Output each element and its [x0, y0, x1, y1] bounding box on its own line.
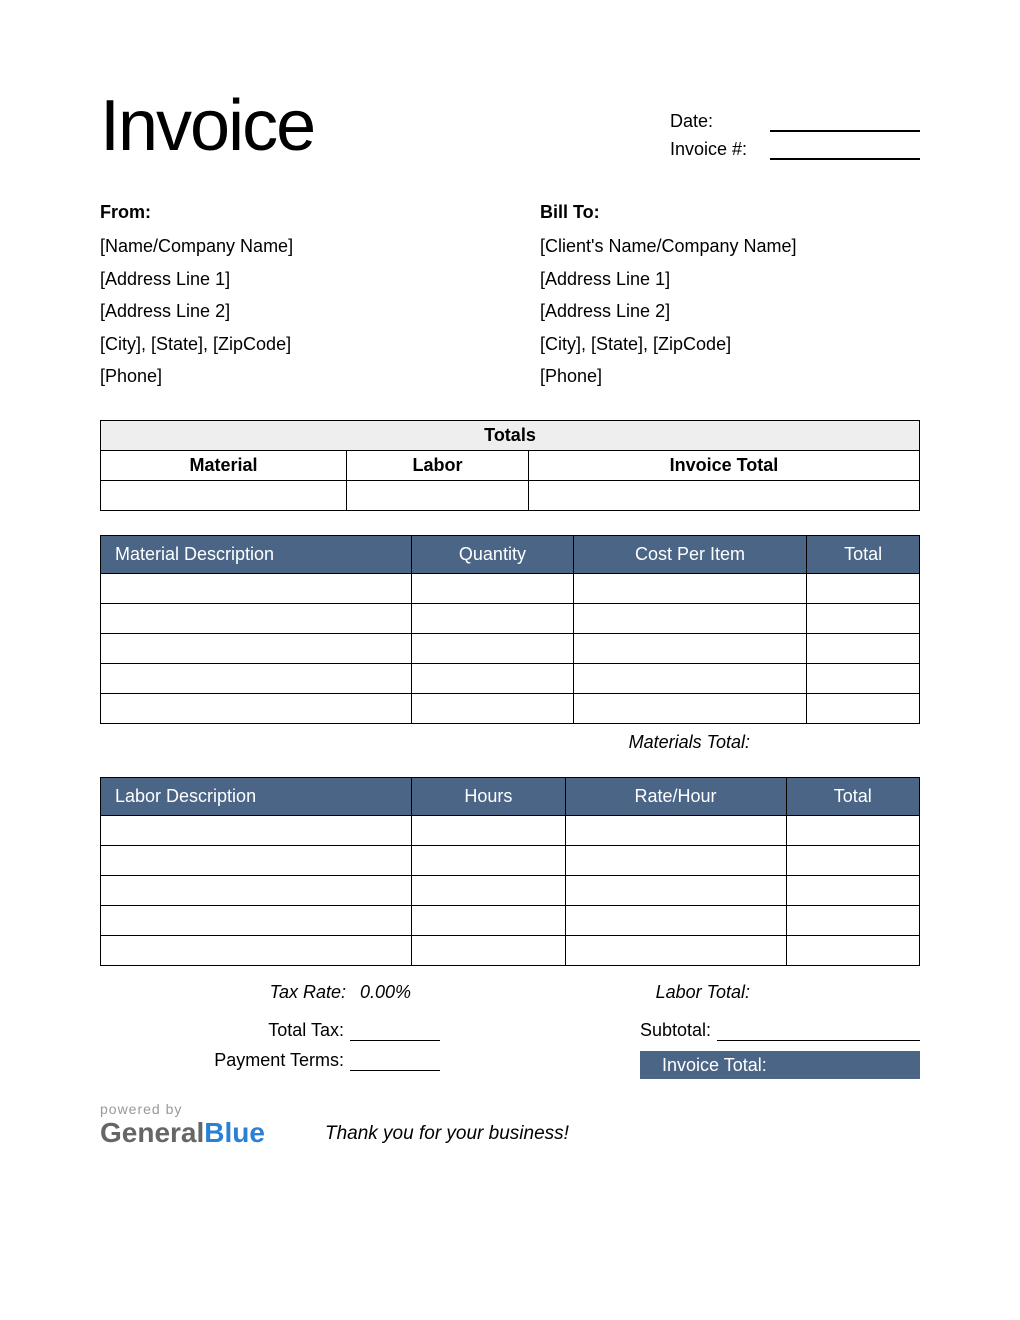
billto-block: Bill To: [Client's Name/Company Name] [A… — [540, 196, 920, 392]
table-row[interactable] — [101, 906, 920, 936]
labor-col-rate: Rate/Hour — [565, 778, 786, 816]
labor-col-desc: Labor Description — [101, 778, 412, 816]
billto-name: [Client's Name/Company Name] — [540, 230, 920, 262]
invoice-meta: Date: Invoice #: — [670, 110, 920, 166]
billto-phone: [Phone] — [540, 360, 920, 392]
totals-col-material: Material — [101, 451, 347, 481]
subtotal-field[interactable] — [717, 1019, 920, 1041]
subtotal-label: Subtotal: — [640, 1020, 717, 1041]
table-row[interactable] — [101, 876, 920, 906]
table-row[interactable] — [101, 846, 920, 876]
labor-col-total: Total — [786, 778, 919, 816]
date-field[interactable] — [770, 110, 920, 132]
materials-col-qty: Quantity — [412, 536, 573, 574]
table-row[interactable] — [101, 936, 920, 966]
table-row[interactable] — [101, 694, 920, 724]
brand-blue: Blue — [204, 1117, 265, 1148]
from-block: From: [Name/Company Name] [Address Line … — [100, 196, 480, 392]
invoice-number-field[interactable] — [770, 138, 920, 160]
thank-you-text: Thank you for your business! — [325, 1123, 569, 1149]
tax-rate-label: Tax Rate: — [270, 982, 346, 1003]
totals-table: Totals Material Labor Invoice Total — [100, 420, 920, 511]
billto-addr1: [Address Line 1] — [540, 263, 920, 295]
labor-total-label: Labor Total: — [640, 974, 920, 1003]
materials-col-desc: Material Description — [101, 536, 412, 574]
payment-terms-field[interactable] — [350, 1049, 440, 1071]
table-row[interactable] — [101, 664, 920, 694]
totals-col-labor: Labor — [347, 451, 529, 481]
materials-table: Material Description Quantity Cost Per I… — [100, 535, 920, 724]
totals-val-labor[interactable] — [347, 481, 529, 511]
billto-city: [City], [State], [ZipCode] — [540, 328, 920, 360]
from-phone: [Phone] — [100, 360, 480, 392]
from-heading: From: — [100, 196, 480, 228]
materials-col-cost: Cost Per Item — [573, 536, 807, 574]
billto-heading: Bill To: — [540, 196, 920, 228]
from-addr1: [Address Line 1] — [100, 263, 480, 295]
invoice-total-bar: Invoice Total: — [640, 1051, 920, 1079]
billto-addr2: [Address Line 2] — [540, 295, 920, 327]
table-row[interactable] — [101, 634, 920, 664]
materials-total-label: Materials Total: — [100, 724, 920, 753]
payment-terms-label: Payment Terms: — [214, 1050, 344, 1071]
powered-by-logo: powered by GeneralBlue — [100, 1101, 265, 1149]
table-row[interactable] — [101, 816, 920, 846]
materials-col-total: Total — [807, 536, 920, 574]
from-city: [City], [State], [ZipCode] — [100, 328, 480, 360]
labor-table: Labor Description Hours Rate/Hour Total — [100, 777, 920, 966]
from-addr2: [Address Line 2] — [100, 295, 480, 327]
brand-general: General — [100, 1117, 204, 1148]
date-label: Date: — [670, 111, 760, 132]
table-row[interactable] — [101, 604, 920, 634]
page-title: Invoice — [100, 90, 314, 162]
total-tax-field[interactable] — [350, 1019, 440, 1041]
total-tax-label: Total Tax: — [268, 1020, 344, 1041]
labor-col-hours: Hours — [412, 778, 565, 816]
invoice-total-label: Invoice Total: — [662, 1055, 767, 1076]
invoice-number-label: Invoice #: — [670, 139, 760, 160]
tax-rate-value: 0.00% — [360, 982, 440, 1003]
totals-col-invoice: Invoice Total — [528, 451, 919, 481]
totals-header: Totals — [101, 421, 920, 451]
totals-val-invoice[interactable] — [528, 481, 919, 511]
table-row[interactable] — [101, 574, 920, 604]
totals-val-material[interactable] — [101, 481, 347, 511]
powered-by-text: powered by — [100, 1101, 265, 1117]
from-name: [Name/Company Name] — [100, 230, 480, 262]
